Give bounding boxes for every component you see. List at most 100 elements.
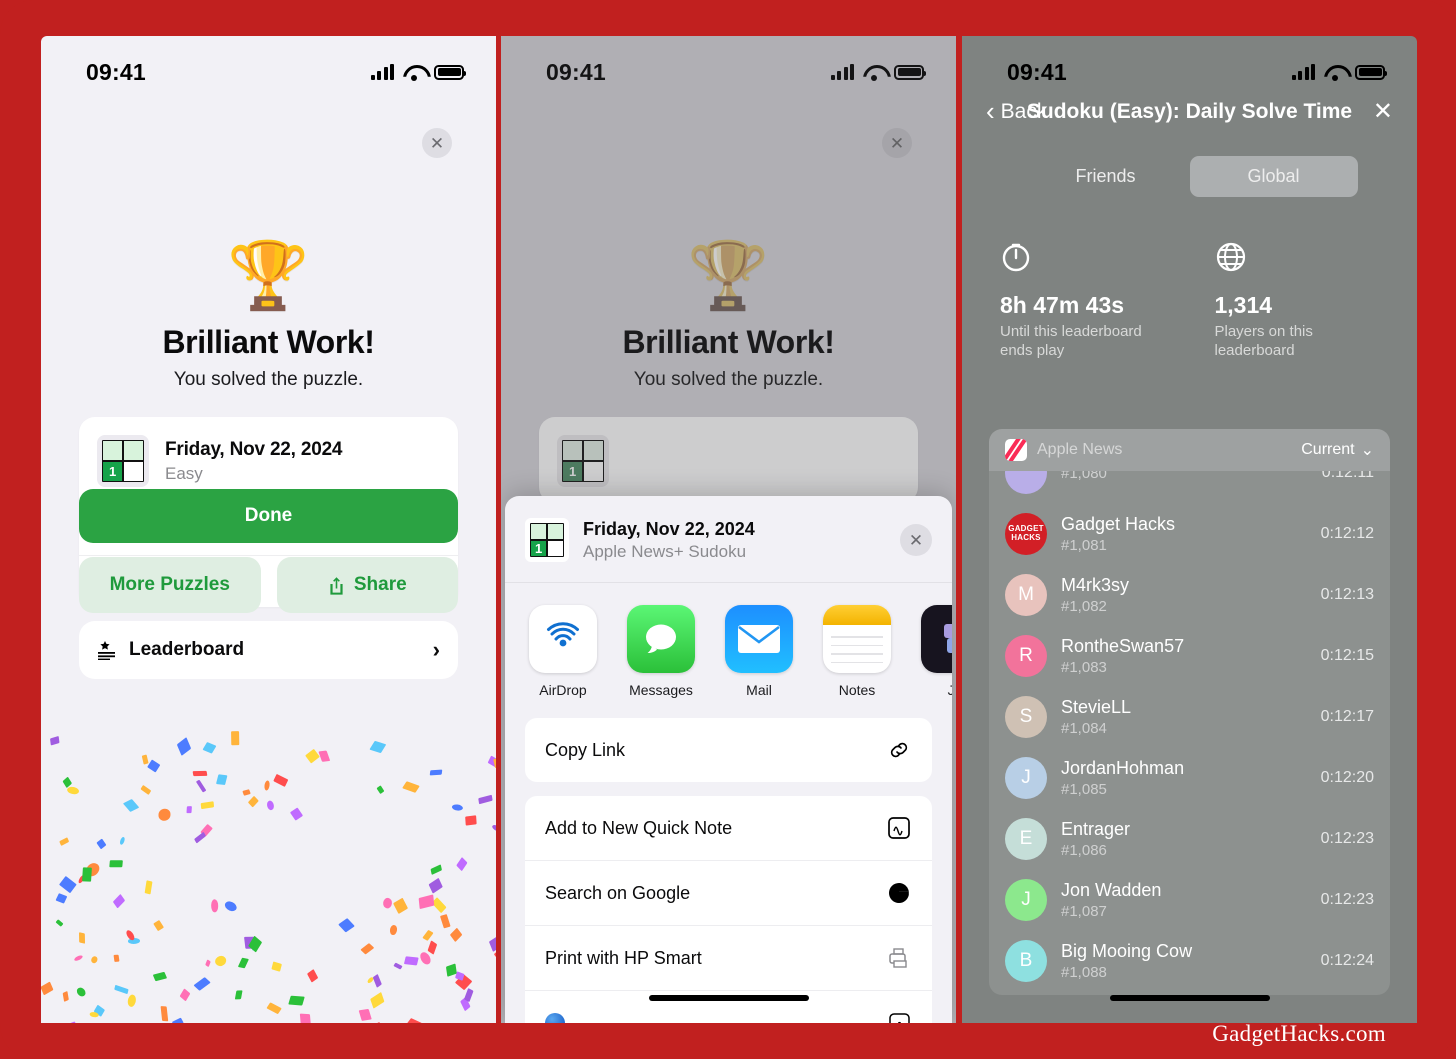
confetti-piece	[93, 1004, 106, 1017]
player-name: RontheSwan57	[1061, 635, 1185, 656]
action-add-quick-note[interactable]: Add to New Quick Note	[525, 796, 932, 860]
share-icon	[330, 576, 343, 595]
close-icon[interactable]: ✕	[1373, 100, 1393, 124]
confetti-piece	[427, 940, 438, 955]
stat-caption: Players on this leaderboard	[1214, 323, 1313, 359]
dark-app-icon	[921, 605, 952, 673]
share-sheet: 1 Friday, Nov 22, 2024 Apple News+ Sudok…	[505, 496, 952, 1023]
player-row[interactable]: GADGET HACKS Gadget Hacks #1,081 0:12:12	[989, 503, 1390, 564]
leaderboard-scope-tabs[interactable]: Friends Global	[1022, 156, 1358, 197]
confetti-piece	[230, 731, 239, 746]
player-row[interactable]: S StevieLL #1,084 0:12:17	[989, 686, 1390, 747]
leaderboard-icon	[98, 641, 115, 660]
tab-friends[interactable]: Friends	[1022, 156, 1190, 197]
screenshot-stage: 09:41 ✕ 🏆 Brilliant Work! You solved the…	[0, 0, 1456, 1059]
confetti-piece	[200, 801, 214, 810]
share-target-messages[interactable]: Messages	[627, 605, 695, 698]
confetti-piece	[234, 990, 242, 1000]
share-target-notes[interactable]: Notes	[823, 605, 891, 698]
close-icon[interactable]: ✕	[900, 524, 932, 556]
board-source-bar: Apple News Current ⌄	[989, 429, 1390, 471]
player-time: 0:12:23	[1320, 829, 1374, 847]
back-button[interactable]: ‹ Back	[986, 96, 1047, 127]
player-time: 0:12:24	[1320, 951, 1374, 969]
share-button[interactable]: Share	[276, 557, 458, 613]
leaderboard-stats: 8h 47m 43s Until this leaderboard ends p…	[962, 197, 1417, 361]
confetti-piece	[122, 798, 139, 812]
confetti-piece	[128, 937, 141, 944]
confetti-piece	[222, 899, 239, 914]
player-rank: #1,086	[1061, 841, 1107, 859]
confetti-piece	[455, 971, 465, 981]
page-title: Brilliant Work!	[162, 324, 375, 360]
puzzle-date: Friday, Nov 22, 2024	[165, 438, 343, 460]
player-time: 0:12:23	[1320, 890, 1374, 908]
action-print-hp-smart[interactable]: Print with HP Smart	[525, 925, 932, 990]
tab-global[interactable]: Global	[1189, 156, 1358, 197]
blue-sphere-icon	[545, 1013, 565, 1023]
status-time: 09:41	[1007, 58, 1067, 85]
confetti-piece	[196, 779, 207, 793]
confetti-piece	[318, 750, 331, 762]
app-label: AirDrop	[539, 682, 587, 698]
more-puzzles-button[interactable]: More Puzzles	[79, 557, 261, 613]
status-time: 09:41	[86, 58, 146, 85]
confetti-piece	[366, 976, 375, 984]
confetti-piece	[89, 1011, 100, 1018]
action-search-google[interactable]: Search on Google	[525, 860, 932, 925]
confetti-piece	[440, 914, 451, 929]
confetti-piece	[360, 943, 375, 955]
player-name: Jon Wadden	[1061, 879, 1162, 900]
done-button[interactable]: Done	[79, 489, 458, 543]
player-row[interactable]: J Jon Wadden #1,087 0:12:23	[989, 869, 1390, 930]
confetti-piece	[238, 957, 249, 968]
player-row[interactable]: B Big Mooing Cow #1,088 0:12:24	[989, 930, 1390, 991]
confetti-piece	[299, 1013, 312, 1023]
confetti-piece	[199, 824, 213, 837]
home-indicator	[648, 995, 809, 1001]
confetti-piece	[388, 924, 397, 936]
leaderboard-link-row[interactable]: Leaderboard ›	[79, 621, 458, 679]
watermark: GadgetHacks.com	[1212, 1021, 1386, 1046]
confetti-piece	[90, 955, 99, 965]
player-row[interactable]: J JordanHohman #1,085 0:12:20	[989, 747, 1390, 808]
confetti-piece	[455, 973, 473, 990]
messages-icon	[627, 605, 695, 673]
share-label: Share	[353, 574, 407, 595]
timer-icon	[1002, 243, 1030, 272]
player-row[interactable]: R RontheSwan57 #1,083 0:12:15	[989, 625, 1390, 686]
action-copy-link[interactable]: Copy Link	[525, 718, 932, 782]
confetti-piece	[140, 784, 152, 795]
confetti-piece	[487, 755, 496, 770]
player-rank: #1,082	[1061, 597, 1107, 615]
stat-value: 8h 47m 43s	[1000, 292, 1125, 318]
confetti-piece	[126, 993, 137, 1009]
share-target-airdrop[interactable]: AirDrop	[529, 605, 597, 698]
thumbnail-number: 1	[531, 540, 547, 556]
chevron-left-icon: ‹	[986, 96, 995, 127]
home-indicator	[1109, 995, 1270, 1001]
player-row[interactable]: #1,080 0:12:11	[989, 471, 1390, 503]
sudoku-thumbnail-icon: 1	[97, 435, 149, 487]
share-action-group-2: Add to New Quick Note Search on Google P…	[525, 796, 932, 1023]
board-filter-dropdown[interactable]: Current ⌄	[1301, 440, 1374, 460]
confetti-piece	[491, 823, 496, 833]
share-target-mail[interactable]: Mail	[725, 605, 793, 698]
player-row[interactable]: M M4rk3sy #1,082 0:12:13	[989, 564, 1390, 625]
close-icon[interactable]: ✕	[422, 128, 452, 158]
confetti-piece	[192, 770, 208, 776]
player-row[interactable]: E Entrager #1,086 0:12:23	[989, 808, 1390, 869]
share-app-row[interactable]: AirDrop Messages Mail Notes J	[505, 583, 952, 706]
share-action-list: Copy Link Add to New Quick Note Search o…	[505, 706, 952, 1023]
confetti-piece	[449, 927, 463, 942]
share-target-other[interactable]: Jo	[921, 605, 952, 698]
confetti-piece	[55, 919, 64, 927]
player-name: Entrager	[1061, 818, 1131, 839]
confetti-piece	[210, 898, 219, 913]
player-rows[interactable]: #1,080 0:12:11 GADGET HACKS Gadget Hacks #1,0…	[989, 471, 1390, 995]
confetti-piece	[66, 785, 80, 796]
airdrop-icon	[529, 605, 597, 673]
player-time: 0:12:11	[1321, 471, 1374, 481]
confetti-piece	[369, 741, 386, 754]
player-name: M4rk3sy	[1061, 574, 1130, 595]
